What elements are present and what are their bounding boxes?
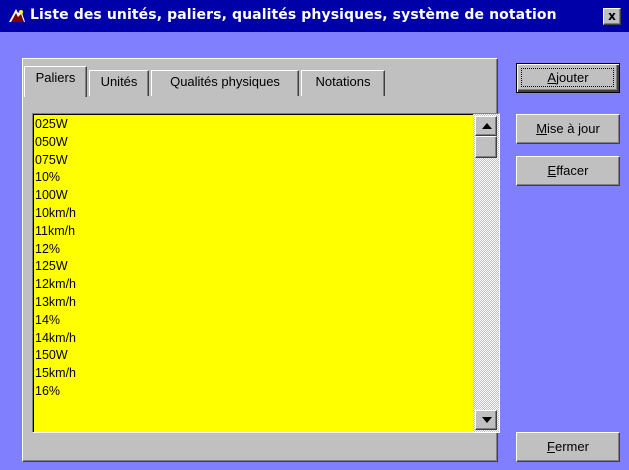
list-item[interactable]: 125W: [35, 258, 473, 276]
effacer-mnemonic: E: [547, 163, 557, 178]
fermer-mnemonic: F: [547, 439, 555, 454]
tab-label: Unités: [100, 74, 138, 89]
ajouter-mnemonic: A: [547, 70, 557, 85]
fermer-button[interactable]: Fermer: [516, 432, 620, 462]
close-icon: x: [608, 9, 616, 23]
tab-label: Paliers: [35, 70, 76, 85]
tab-qualites-physiques[interactable]: Qualités physiques: [151, 70, 299, 96]
tab-notations[interactable]: Notations: [301, 70, 385, 96]
close-button[interactable]: x: [603, 8, 621, 25]
list-item[interactable]: 100W: [35, 187, 473, 205]
ajouter-label: jouter: [556, 70, 589, 85]
list-item[interactable]: 050W: [35, 134, 473, 152]
tab-unites[interactable]: Unités: [89, 70, 149, 96]
mise-a-jour-button[interactable]: Mise à jour: [516, 114, 620, 144]
list-item[interactable]: 13km/h: [35, 294, 473, 312]
list-item[interactable]: 10km/h: [35, 205, 473, 223]
list-item[interactable]: 025W: [35, 116, 473, 134]
effacer-button[interactable]: Effacer: [516, 156, 620, 186]
fermer-label: ermer: [555, 439, 589, 454]
effacer-label: ffacer: [556, 163, 589, 178]
list-item[interactable]: 15km/h: [35, 365, 473, 383]
mise-a-jour-label: ise à jour: [547, 121, 600, 136]
list-item[interactable]: 10%: [35, 169, 473, 187]
list-item[interactable]: 075W: [35, 152, 473, 170]
mise-a-jour-mnemonic: M: [536, 121, 548, 136]
scroll-up-arrow-icon: [482, 123, 492, 129]
tab-paliers[interactable]: Paliers: [24, 66, 87, 97]
list-item[interactable]: 14%: [35, 312, 473, 330]
list-item[interactable]: 12%: [35, 241, 473, 259]
app-icon: [8, 7, 26, 25]
title-bar[interactable]: Liste des unités, paliers, qualités phys…: [0, 0, 629, 32]
tab-label: Notations: [315, 74, 371, 89]
paliers-listbox[interactable]: 025W 050W 075W 10% 100W 10km/h 11km/h 12…: [32, 113, 500, 433]
vertical-scrollbar[interactable]: [473, 114, 499, 432]
scrollbar-track[interactable]: [473, 114, 499, 432]
list-item[interactable]: 150W: [35, 347, 473, 365]
window-title: Liste des unités, paliers, qualités phys…: [30, 7, 557, 23]
scroll-down-button[interactable]: [475, 410, 497, 430]
scroll-down-arrow-icon: [482, 417, 492, 423]
list-items: 025W 050W 075W 10% 100W 10km/h 11km/h 12…: [35, 116, 473, 401]
list-item[interactable]: 16%: [35, 383, 473, 401]
list-item[interactable]: 11km/h: [35, 223, 473, 241]
scrollbar-thumb[interactable]: [475, 136, 497, 158]
scroll-up-button[interactable]: [475, 116, 497, 136]
list-item[interactable]: 12km/h: [35, 276, 473, 294]
list-item[interactable]: 14km/h: [35, 330, 473, 348]
ajouter-button[interactable]: Ajouter: [516, 63, 620, 93]
tab-label: Qualités physiques: [170, 74, 280, 89]
